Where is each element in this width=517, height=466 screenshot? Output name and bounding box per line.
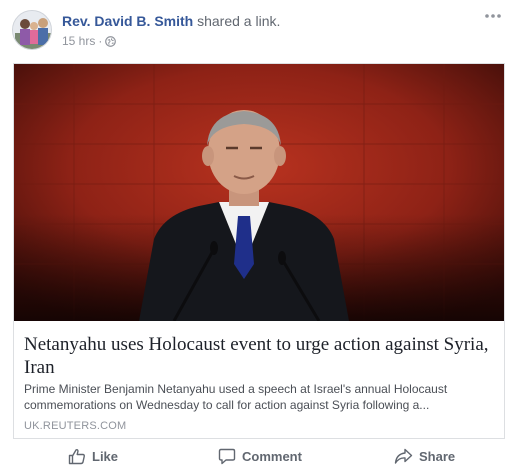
link-description: Prime Minister Benjamin Netanyahu used a…	[24, 382, 448, 412]
post-timestamp[interactable]: 15 hrs	[62, 34, 95, 48]
speaker-at-podium-photo	[14, 64, 504, 321]
comment-label: Comment	[242, 448, 302, 464]
link-headline[interactable]: Netanyahu uses Holocaust event to urge a…	[24, 333, 494, 379]
meta-separator: ·	[98, 34, 103, 48]
comment-icon	[218, 448, 236, 465]
link-preview-image[interactable]	[14, 64, 504, 321]
link-preview-body[interactable]: Netanyahu uses Holocaust event to urge a…	[14, 321, 504, 438]
post-action-text: shared a link.	[197, 13, 281, 29]
avatar[interactable]	[12, 10, 52, 50]
link-preview-card[interactable]: Netanyahu uses Holocaust event to urge a…	[13, 63, 505, 439]
share-label: Share	[419, 448, 456, 464]
post-header: Rev. David B. Smith shared a link. 15 hr…	[12, 10, 507, 54]
post-meta: 15 hrs ·	[62, 33, 117, 51]
share-arrow-icon	[394, 448, 413, 465]
post-title-line: Rev. David B. Smith shared a link.	[62, 12, 280, 30]
globe-icon[interactable]	[105, 35, 117, 51]
feed-post: Rev. David B. Smith shared a link. 15 hr…	[0, 0, 517, 466]
like-button[interactable]: Like	[68, 447, 118, 465]
thumbs-up-icon	[68, 448, 86, 465]
link-domain: UK.REUTERS.COM	[24, 420, 127, 432]
share-button[interactable]: Share	[394, 447, 455, 465]
comment-button[interactable]: Comment	[218, 447, 302, 465]
post-action-bar: Like Comment Share	[0, 443, 517, 466]
more-options-icon[interactable]	[481, 10, 505, 26]
like-label: Like	[92, 448, 119, 464]
author-name-link[interactable]: Rev. David B. Smith	[62, 13, 193, 29]
